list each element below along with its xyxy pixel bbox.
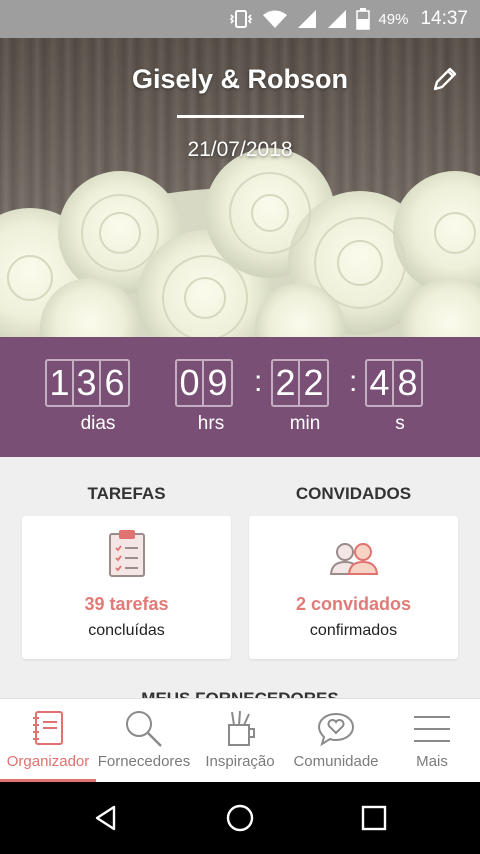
tab-label: Organizador [6, 753, 90, 770]
tasks-heading: TAREFAS [87, 484, 166, 503]
digit: 9 [207, 362, 228, 403]
status-bar: 49% 14:37 [0, 0, 480, 38]
days-label: dias [80, 413, 116, 434]
seconds-label: s [395, 413, 405, 434]
countdown-panel: 1 3 6 0 9 : 2 2 : 4 8 dias hrs min s [0, 337, 480, 457]
vibrate-icon [228, 9, 254, 29]
digit: 1 [47, 361, 74, 405]
colon-separator: : [254, 365, 263, 398]
tab-inspiracao[interactable]: Inspiração [192, 699, 288, 783]
hours-label: hrs [197, 413, 225, 434]
tab-organizador[interactable]: Organizador [0, 699, 96, 783]
system-nav-bar [0, 782, 480, 854]
guests-icon [249, 528, 458, 578]
wedding-date: 21/07/2018 [187, 138, 293, 161]
title-divider [177, 115, 304, 118]
back-icon [95, 805, 116, 831]
digit: 4 [367, 361, 394, 405]
minutes-label: min [289, 413, 321, 434]
wifi-icon [262, 9, 288, 29]
tasks-caption: concluídas [88, 622, 165, 639]
days-digits: 1 3 6 [45, 359, 130, 407]
bottom-tab-bar: Organizador Fornecedores Inspiração Comu… [0, 698, 480, 782]
tasks-count: 39 tarefas [84, 594, 169, 614]
recents-button[interactable] [352, 796, 396, 840]
tab-fornecedores[interactable]: Fornecedores [96, 699, 192, 783]
recents-icon [361, 805, 387, 831]
menu-icon [412, 709, 452, 749]
brush-cup-icon [223, 709, 257, 749]
signal-icon [296, 9, 318, 29]
home-icon [226, 804, 254, 832]
signal-icon-2 [326, 9, 348, 29]
tab-label: Comunidade [293, 753, 379, 770]
search-icon [124, 709, 164, 749]
back-button[interactable] [84, 796, 128, 840]
clock: 14:37 [420, 8, 468, 29]
guests-heading: CONVIDADOS [295, 484, 412, 503]
tab-mais[interactable]: Mais [384, 699, 480, 783]
colon-separator: : [349, 365, 358, 398]
pencil-icon [433, 67, 457, 91]
tab-label: Mais [416, 753, 448, 770]
digit: 2 [273, 361, 300, 405]
battery-icon [356, 8, 371, 30]
digit: 0 [177, 361, 204, 405]
seconds-digits: 4 8 [365, 359, 423, 407]
notebook-icon [31, 709, 65, 749]
hours-digits: 0 9 [175, 359, 233, 407]
home-button[interactable] [218, 796, 262, 840]
tab-label: Inspiração [205, 753, 275, 770]
edit-button[interactable] [428, 62, 462, 96]
digit: 3 [74, 361, 101, 405]
guests-count: 2 convidados [295, 594, 412, 614]
digit: 2 [303, 362, 324, 403]
guests-card[interactable]: 2 convidados confirmados [249, 516, 458, 659]
guests-caption: confirmados [309, 622, 398, 639]
hero-banner: Gisely & Robson 21/07/2018 [0, 38, 480, 337]
couple-names: Gisely & Robson [131, 64, 349, 94]
tasks-card[interactable]: 39 tarefas concluídas [22, 516, 231, 659]
tab-label: Fornecedores [97, 753, 191, 770]
clipboard-icon [22, 528, 231, 578]
digit: 8 [397, 362, 418, 403]
minutes-digits: 2 2 [271, 359, 329, 407]
chat-heart-icon [316, 709, 356, 749]
battery-level: 49% [378, 10, 409, 28]
digit: 6 [104, 362, 125, 403]
tab-comunidade[interactable]: Comunidade [288, 699, 384, 783]
